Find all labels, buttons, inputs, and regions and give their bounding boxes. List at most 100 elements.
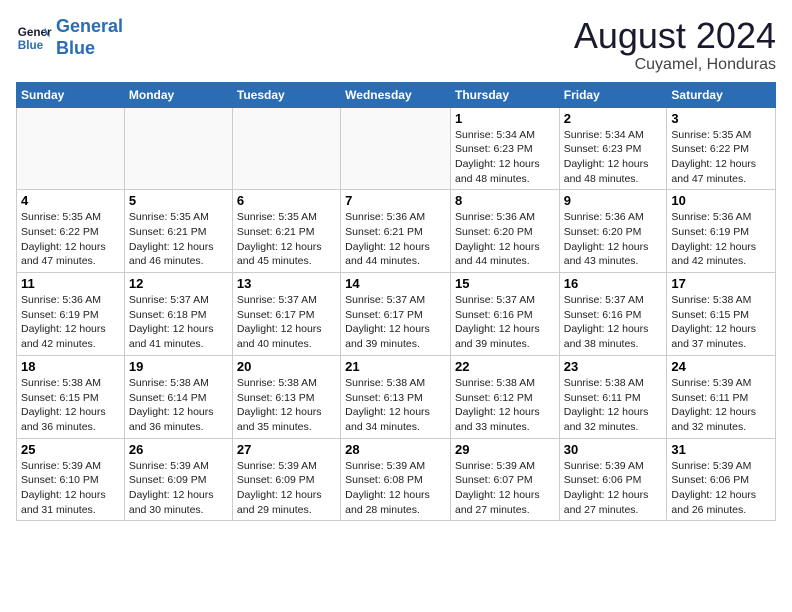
cell-sun-info: Sunrise: 5:38 AMSunset: 6:13 PMDaylight:…: [345, 376, 446, 435]
logo: General Blue General Blue: [16, 16, 123, 59]
calendar-table: SundayMondayTuesdayWednesdayThursdayFrid…: [16, 82, 776, 522]
calendar-cell: 27 Sunrise: 5:39 AMSunset: 6:09 PMDayligh…: [232, 438, 340, 521]
calendar-cell: 30 Sunrise: 5:39 AMSunset: 6:06 PMDayligh…: [559, 438, 667, 521]
cell-sun-info: Sunrise: 5:35 AMSunset: 6:21 PMDaylight:…: [129, 210, 228, 269]
cell-sun-info: Sunrise: 5:36 AMSunset: 6:20 PMDaylight:…: [564, 210, 663, 269]
calendar-cell: 1 Sunrise: 5:34 AMSunset: 6:23 PMDaylight…: [450, 107, 559, 190]
calendar-cell: 2 Sunrise: 5:34 AMSunset: 6:23 PMDaylight…: [559, 107, 667, 190]
calendar-cell: 4 Sunrise: 5:35 AMSunset: 6:22 PMDaylight…: [17, 190, 125, 273]
calendar-cell: 11Sunrise: 5:36 AMSunset: 6:19 PMDayligh…: [17, 273, 125, 356]
cell-sun-info: Sunrise: 5:36 AMSunset: 6:19 PMDaylight:…: [671, 210, 771, 269]
month-year-title: August 2024: [574, 16, 776, 56]
calendar-cell: 24 Sunrise: 5:39 AMSunset: 6:11 PMDayligh…: [667, 355, 776, 438]
week-row-3: 11Sunrise: 5:36 AMSunset: 6:19 PMDayligh…: [17, 273, 776, 356]
day-number: 30: [564, 442, 663, 457]
cell-sun-info: Sunrise: 5:36 AMSunset: 6:19 PMDaylight:…: [21, 293, 120, 352]
cell-sun-info: Sunrise: 5:36 AMSunset: 6:20 PMDaylight:…: [455, 210, 555, 269]
calendar-cell: 21 Sunrise: 5:38 AMSunset: 6:13 PMDayligh…: [341, 355, 451, 438]
day-number: 5: [129, 193, 228, 208]
cell-sun-info: Sunrise: 5:34 AMSunset: 6:23 PMDaylight:…: [564, 128, 663, 187]
calendar-cell: 6 Sunrise: 5:35 AMSunset: 6:21 PMDaylight…: [232, 190, 340, 273]
cell-sun-info: Sunrise: 5:37 AMSunset: 6:17 PMDaylight:…: [237, 293, 336, 352]
calendar-cell: 20Sunrise: 5:38 AMSunset: 6:13 PMDayligh…: [232, 355, 340, 438]
cell-sun-info: Sunrise: 5:37 AMSunset: 6:16 PMDaylight:…: [455, 293, 555, 352]
day-number: 21: [345, 359, 446, 374]
day-number: 14: [345, 276, 446, 291]
calendar-cell: 13Sunrise: 5:37 AMSunset: 6:17 PMDayligh…: [232, 273, 340, 356]
calendar-cell: 10Sunrise: 5:36 AMSunset: 6:19 PMDayligh…: [667, 190, 776, 273]
calendar-cell: 22 Sunrise: 5:38 AMSunset: 6:12 PMDayligh…: [450, 355, 559, 438]
calendar-cell: 9 Sunrise: 5:36 AMSunset: 6:20 PMDaylight…: [559, 190, 667, 273]
day-header-friday: Friday: [559, 82, 667, 107]
week-row-1: 1 Sunrise: 5:34 AMSunset: 6:23 PMDaylight…: [17, 107, 776, 190]
calendar-cell: 12 Sunrise: 5:37 AMSunset: 6:18 PMDayligh…: [124, 273, 232, 356]
day-number: 25: [21, 442, 120, 457]
cell-sun-info: Sunrise: 5:39 AMSunset: 6:09 PMDaylight:…: [129, 459, 228, 518]
cell-sun-info: Sunrise: 5:38 AMSunset: 6:13 PMDaylight:…: [237, 376, 336, 435]
cell-sun-info: Sunrise: 5:39 AMSunset: 6:06 PMDaylight:…: [671, 459, 771, 518]
day-header-tuesday: Tuesday: [232, 82, 340, 107]
cell-sun-info: Sunrise: 5:35 AMSunset: 6:22 PMDaylight:…: [671, 128, 771, 187]
day-number: 2: [564, 111, 663, 126]
calendar-cell: 28 Sunrise: 5:39 AMSunset: 6:08 PMDayligh…: [341, 438, 451, 521]
calendar-header: SundayMondayTuesdayWednesdayThursdayFrid…: [17, 82, 776, 107]
cell-sun-info: Sunrise: 5:38 AMSunset: 6:15 PMDaylight:…: [21, 376, 120, 435]
day-number: 26: [129, 442, 228, 457]
cell-sun-info: Sunrise: 5:39 AMSunset: 6:08 PMDaylight:…: [345, 459, 446, 518]
cell-sun-info: Sunrise: 5:39 AMSunset: 6:10 PMDaylight:…: [21, 459, 120, 518]
day-number: 3: [671, 111, 771, 126]
day-number: 4: [21, 193, 120, 208]
logo-icon: General Blue: [16, 20, 52, 56]
day-header-saturday: Saturday: [667, 82, 776, 107]
day-number: 7: [345, 193, 446, 208]
calendar-cell: 15 Sunrise: 5:37 AMSunset: 6:16 PMDayligh…: [450, 273, 559, 356]
cell-sun-info: Sunrise: 5:39 AMSunset: 6:07 PMDaylight:…: [455, 459, 555, 518]
cell-sun-info: Sunrise: 5:35 AMSunset: 6:21 PMDaylight:…: [237, 210, 336, 269]
calendar-body: 1 Sunrise: 5:34 AMSunset: 6:23 PMDaylight…: [17, 107, 776, 521]
week-row-5: 25 Sunrise: 5:39 AMSunset: 6:10 PMDayligh…: [17, 438, 776, 521]
calendar-cell: 31 Sunrise: 5:39 AMSunset: 6:06 PMDayligh…: [667, 438, 776, 521]
cell-sun-info: Sunrise: 5:39 AMSunset: 6:11 PMDaylight:…: [671, 376, 771, 435]
cell-sun-info: Sunrise: 5:34 AMSunset: 6:23 PMDaylight:…: [455, 128, 555, 187]
calendar-cell: 3 Sunrise: 5:35 AMSunset: 6:22 PMDaylight…: [667, 107, 776, 190]
cell-sun-info: Sunrise: 5:39 AMSunset: 6:06 PMDaylight:…: [564, 459, 663, 518]
cell-sun-info: Sunrise: 5:35 AMSunset: 6:22 PMDaylight:…: [21, 210, 120, 269]
day-number: 17: [671, 276, 771, 291]
cell-sun-info: Sunrise: 5:37 AMSunset: 6:18 PMDaylight:…: [129, 293, 228, 352]
title-block: August 2024 Cuyamel, Honduras: [574, 16, 776, 74]
day-number: 29: [455, 442, 555, 457]
logo-text: General Blue: [56, 16, 123, 59]
day-header-thursday: Thursday: [450, 82, 559, 107]
day-number: 9: [564, 193, 663, 208]
page-header: General Blue General Blue August 2024 Cu…: [16, 16, 776, 74]
calendar-cell: [17, 107, 125, 190]
cell-sun-info: Sunrise: 5:38 AMSunset: 6:11 PMDaylight:…: [564, 376, 663, 435]
day-number: 6: [237, 193, 336, 208]
day-header-monday: Monday: [124, 82, 232, 107]
day-number: 1: [455, 111, 555, 126]
svg-text:Blue: Blue: [18, 38, 44, 51]
day-number: 28: [345, 442, 446, 457]
calendar-cell: 17Sunrise: 5:38 AMSunset: 6:15 PMDayligh…: [667, 273, 776, 356]
cell-sun-info: Sunrise: 5:39 AMSunset: 6:09 PMDaylight:…: [237, 459, 336, 518]
calendar-cell: 29 Sunrise: 5:39 AMSunset: 6:07 PMDayligh…: [450, 438, 559, 521]
calendar-cell: 23Sunrise: 5:38 AMSunset: 6:11 PMDayligh…: [559, 355, 667, 438]
calendar-cell: [341, 107, 451, 190]
day-number: 22: [455, 359, 555, 374]
week-row-2: 4 Sunrise: 5:35 AMSunset: 6:22 PMDaylight…: [17, 190, 776, 273]
day-number: 12: [129, 276, 228, 291]
day-number: 8: [455, 193, 555, 208]
calendar-cell: 19Sunrise: 5:38 AMSunset: 6:14 PMDayligh…: [124, 355, 232, 438]
day-number: 31: [671, 442, 771, 457]
day-header-wednesday: Wednesday: [341, 82, 451, 107]
day-number: 27: [237, 442, 336, 457]
calendar-cell: 16Sunrise: 5:37 AMSunset: 6:16 PMDayligh…: [559, 273, 667, 356]
cell-sun-info: Sunrise: 5:38 AMSunset: 6:14 PMDaylight:…: [129, 376, 228, 435]
day-number: 16: [564, 276, 663, 291]
calendar-cell: 26 Sunrise: 5:39 AMSunset: 6:09 PMDayligh…: [124, 438, 232, 521]
calendar-cell: 18Sunrise: 5:38 AMSunset: 6:15 PMDayligh…: [17, 355, 125, 438]
day-number: 24: [671, 359, 771, 374]
cell-sun-info: Sunrise: 5:37 AMSunset: 6:17 PMDaylight:…: [345, 293, 446, 352]
cell-sun-info: Sunrise: 5:38 AMSunset: 6:12 PMDaylight:…: [455, 376, 555, 435]
day-number: 15: [455, 276, 555, 291]
